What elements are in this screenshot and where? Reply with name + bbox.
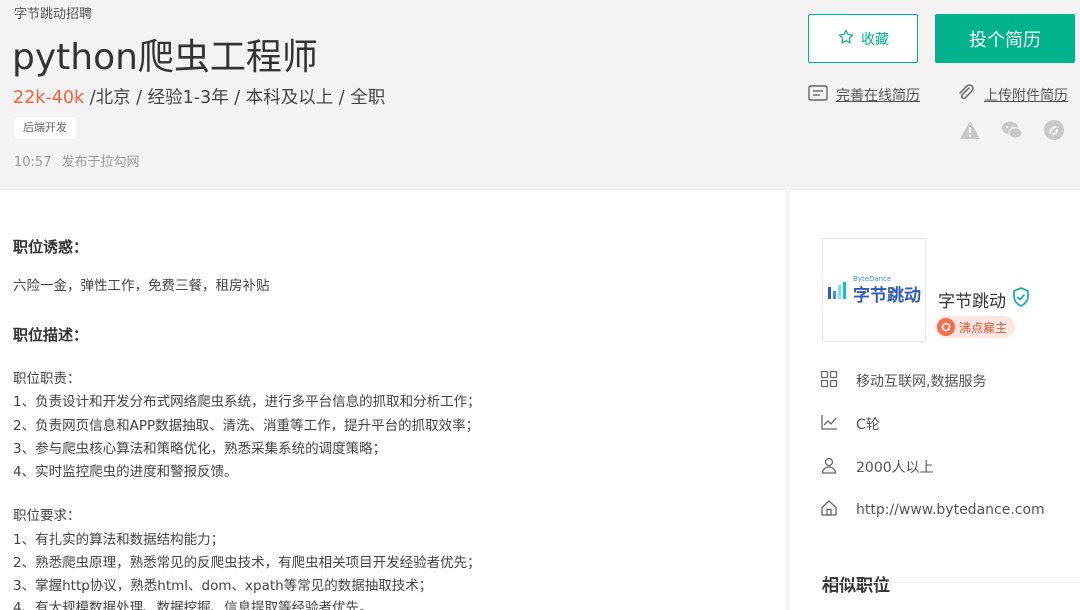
job-category-tag[interactable]: 后端开发: [14, 117, 76, 139]
job-detail: 职位诱惑： 六险一金，弹性工作，免费三餐，租房补贴 职位描述： 职位职责： 1、…: [0, 190, 785, 610]
similar-jobs-title: 相似职位: [822, 576, 890, 596]
website-row[interactable]: http://www.bytedance.com: [820, 499, 1045, 521]
size-row: 2000人以上: [820, 456, 934, 478]
divider: [822, 582, 1080, 583]
duty-item: 4、实时监控爬虫的进度和警报反馈。: [13, 464, 238, 480]
requirement-item: 4、有大规模数据处理、数据挖掘、信息提取等经验者优先。: [13, 600, 373, 610]
trend-chart-icon: [820, 413, 838, 435]
weibo-icon[interactable]: [1042, 118, 1066, 142]
job-header: 字节跳动招聘 python爬虫工程师 22k-40k /北京 / 经验1-3年 …: [0, 0, 1080, 190]
duty-item: 2、负责网页信息和APP数据抽取、清洗、消重等工作，提升平台的抓取效率；: [13, 418, 480, 434]
collect-button[interactable]: 收藏: [808, 14, 918, 63]
bytedance-bars-icon: [827, 281, 849, 305]
wechat-icon[interactable]: [1000, 118, 1024, 142]
employer-badge: 沸点雇主: [935, 316, 1016, 338]
job-title: python爬虫工程师: [12, 37, 318, 78]
company-recruit-tag[interactable]: 字节跳动招聘: [14, 3, 92, 22]
home-icon: [820, 499, 838, 521]
apply-button[interactable]: 投个简历: [935, 14, 1075, 63]
requirements-title: 职位要求：: [13, 508, 81, 524]
star-icon: [837, 28, 855, 50]
job-meta: 22k-40k /北京 / 经验1-3年 / 本科及以上 / 全职: [13, 84, 385, 109]
publish-time: 10:57: [14, 155, 52, 170]
company-name-label: 字节跳动: [938, 292, 1006, 312]
upload-resume-link[interactable]: 上传附件简历: [956, 84, 1068, 106]
share-icons: [958, 118, 1066, 142]
online-resume-label: 完善在线简历: [836, 88, 920, 104]
person-icon: [820, 456, 838, 478]
website-link[interactable]: http://www.bytedance.com: [856, 502, 1045, 518]
size-label: 2000人以上: [856, 460, 934, 476]
requirement-item: 1、有扎实的算法和数据结构能力；: [13, 532, 225, 548]
job-requirements-summary: /北京 / 经验1-3年 / 本科及以上 / 全职: [84, 88, 386, 108]
company-logo[interactable]: ByteDance 字节跳动: [822, 238, 926, 342]
online-resume-link[interactable]: 完善在线简历: [808, 84, 920, 106]
duties-title: 职位职责：: [13, 371, 81, 387]
publish-source: 发布于拉勾网: [61, 155, 140, 170]
paperclip-icon: [956, 84, 976, 106]
description-title: 职位描述：: [13, 326, 89, 344]
industry-label: 移动互联网,数据服务: [856, 374, 987, 390]
stage-row: C轮: [820, 413, 880, 435]
company-name[interactable]: 字节跳动: [938, 287, 1030, 312]
industry-row: 移动互联网,数据服务: [820, 370, 986, 392]
stage-label: C轮: [856, 417, 880, 433]
grid-icon: [820, 370, 838, 392]
badge-label: 沸点雇主: [959, 320, 1008, 335]
requirement-item: 3、掌握http协议，熟悉html、dom、xpath等常见的数据抽取技术；: [13, 578, 433, 594]
logo-text: 字节跳动: [853, 285, 921, 306]
verified-shield-icon: [1012, 287, 1030, 312]
collect-label: 收藏: [861, 31, 889, 48]
duty-item: 1、负责设计和开发分布式网络爬虫系统，进行多平台信息的抓取和分析工作；: [13, 394, 481, 410]
report-warning-icon[interactable]: [958, 118, 982, 142]
salary: 22k-40k: [13, 88, 85, 108]
perks-text: 六险一金，弹性工作，免费三餐，租房补贴: [13, 278, 270, 294]
perks-title: 职位诱惑：: [13, 238, 89, 256]
resume-icon: [808, 84, 828, 106]
publish-info: 10:57 发布于拉勾网: [14, 151, 139, 170]
duty-item: 3、参与爬虫核心算法和策略优化，熟悉采集系统的调度策略；: [13, 441, 387, 457]
upload-resume-label: 上传附件简历: [984, 88, 1068, 104]
badge-icon: [937, 318, 955, 336]
requirement-item: 2、熟悉爬虫原理，熟悉常见的反爬虫技术，有爬虫相关项目开发经验者优先；: [13, 555, 481, 571]
company-sidebar: ByteDance 字节跳动 字节跳动 沸点雇主 移动互联网,数据服务 C轮 2…: [790, 190, 1080, 610]
